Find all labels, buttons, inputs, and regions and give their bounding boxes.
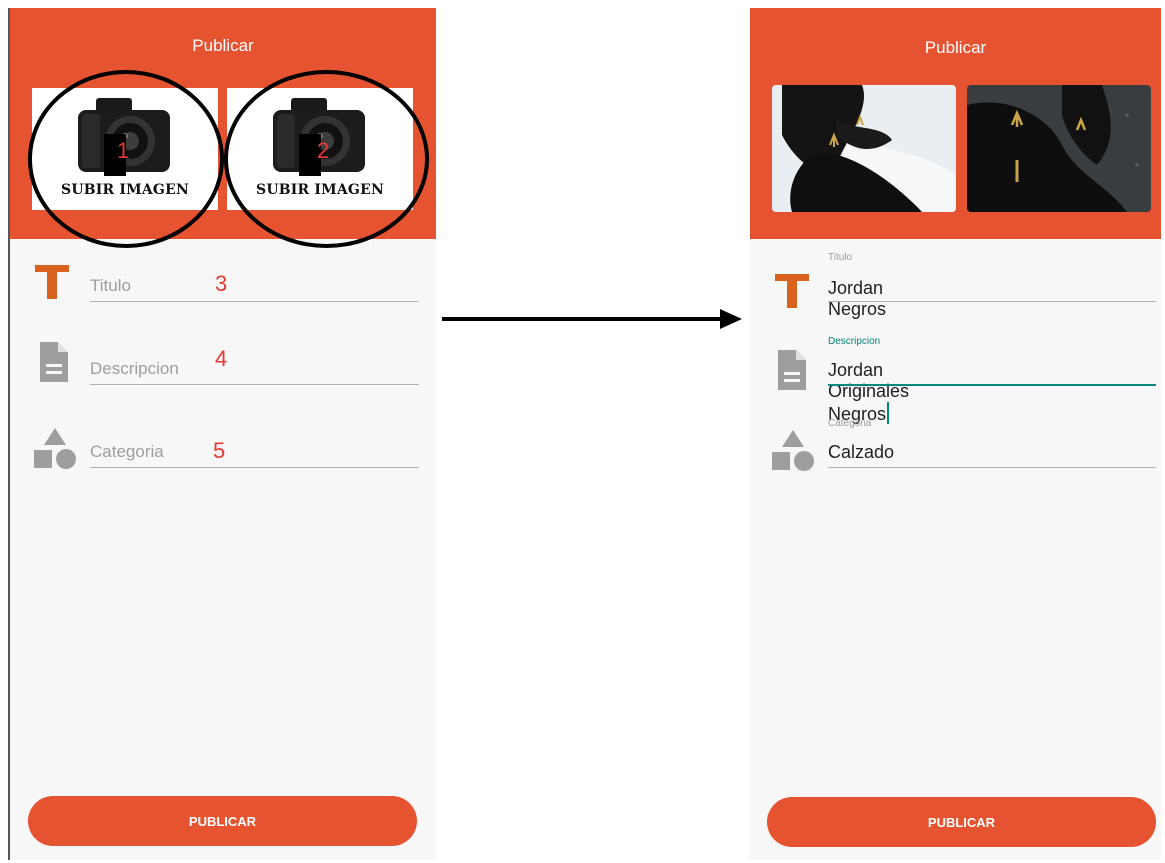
category-shapes-icon [34, 428, 76, 469]
description-label: Descripcion [828, 336, 881, 347]
title-placeholder: Titulo [90, 276, 131, 295]
annotation-number-4: 4 [215, 346, 228, 371]
annotation-circle-1 [28, 70, 224, 248]
description-underline-focused [828, 384, 1156, 386]
document-icon [40, 342, 68, 382]
publish-screen-empty: Publicar 1 SUBIR IMAGEN 2 SUBIR IMAGEN T… [8, 8, 436, 860]
black-sneaker-photo [772, 85, 956, 212]
publish-screen-filled: Publicar Titulo Jordan Negros Descripcio… [750, 8, 1161, 860]
uploaded-photo-1[interactable] [772, 85, 956, 212]
title-t-icon [775, 274, 809, 308]
description-input[interactable]: Jordan Originales Negros [828, 360, 909, 425]
text-cursor [887, 402, 890, 424]
category-value: Calzado [828, 442, 895, 462]
black-sneaker-photo [967, 85, 1151, 212]
description-placeholder: Descripcion [90, 359, 179, 378]
title-underline [90, 301, 419, 302]
header-title: Publicar [192, 36, 254, 55]
title-label: Titulo [828, 252, 853, 263]
description-value: Jordan Originales Negros [828, 360, 910, 424]
comparison-canvas: Publicar 1 SUBIR IMAGEN 2 SUBIR IMAGEN T… [0, 0, 1165, 863]
category-shapes-icon [772, 430, 814, 471]
document-icon [778, 350, 806, 390]
description-underline [90, 384, 419, 385]
annotation-circle-2 [224, 70, 429, 248]
title-t-icon [35, 265, 69, 299]
uploaded-photo-2[interactable] [967, 85, 1151, 212]
title-underline [828, 301, 1156, 302]
annotation-number-5: 5 [213, 438, 226, 463]
category-placeholder: Categoria [90, 442, 164, 461]
annotation-number-3: 3 [215, 271, 228, 296]
arrow-right-icon [442, 309, 742, 329]
category-underline [90, 467, 419, 468]
header-title: Publicar [924, 38, 987, 57]
category-underline [828, 467, 1156, 468]
publish-button[interactable]: PUBLICAR [28, 796, 417, 846]
header: Publicar [750, 8, 1161, 239]
title-value: Jordan Negros [828, 278, 887, 319]
category-label: Categoria [828, 418, 872, 429]
publish-button[interactable]: PUBLICAR [767, 797, 1156, 847]
